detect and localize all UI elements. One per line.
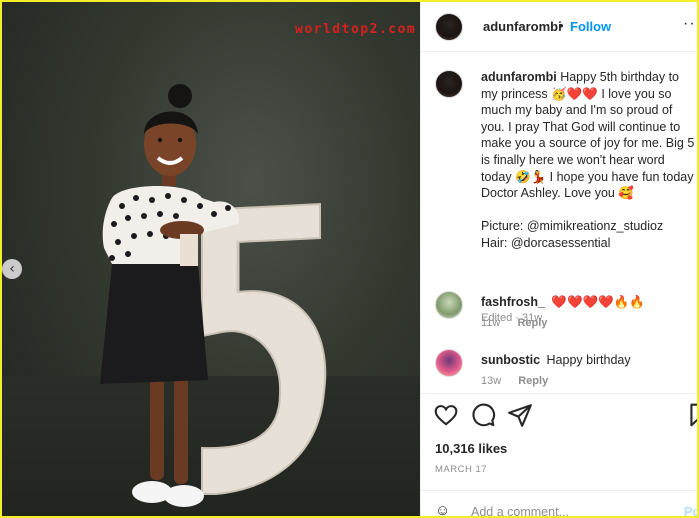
comment-text: sunbostic Happy birthday	[481, 353, 631, 367]
caption-credit-hair: Hair: @dorcasessential	[481, 235, 611, 250]
comment-username[interactable]: fashfrosh_	[481, 295, 545, 309]
comment-meta: 11w Reply	[481, 317, 561, 329]
chevron-left-icon: ‹	[9, 261, 15, 277]
post-side-panel: adunfarombi • Follow ··· adunfarombi Hap…	[420, 2, 699, 516]
divider	[421, 393, 697, 394]
commenter-avatar[interactable]	[435, 349, 463, 377]
share-icon[interactable]	[507, 402, 533, 428]
comment-time: 13w	[481, 375, 502, 387]
commenter-avatar[interactable]	[435, 291, 463, 319]
bookmark-icon[interactable]	[686, 402, 699, 428]
likes-count[interactable]: 10,316 likes	[435, 441, 507, 456]
divider	[421, 490, 697, 491]
comment-item: fashfrosh_ ❤️❤️❤️❤️🔥🔥 11w Reply	[421, 291, 697, 351]
follow-button[interactable]: Follow	[570, 19, 611, 34]
add-comment-input[interactable]	[471, 504, 651, 516]
more-options-icon[interactable]: ···	[683, 15, 697, 33]
number-five-prop	[201, 202, 327, 495]
post-actions-bar	[421, 398, 699, 432]
photo-illustration	[100, 84, 327, 507]
carousel-prev-button[interactable]: ‹	[2, 259, 22, 279]
caption-author-avatar[interactable]	[435, 70, 463, 98]
author-username[interactable]: adunfarombi	[483, 19, 562, 34]
separator-dot: •	[559, 18, 564, 33]
reply-button[interactable]: Reply	[518, 375, 548, 387]
caption-username[interactable]: adunfarombi	[481, 70, 557, 84]
comment-body: ❤️❤️❤️❤️🔥🔥	[551, 295, 645, 309]
comment-time: 11w	[481, 317, 501, 329]
reply-button[interactable]: Reply	[517, 317, 547, 329]
post-photo[interactable]: worldtop2.com ‹	[2, 2, 420, 516]
watermark-text: worldtop2.com	[295, 22, 417, 37]
post-comment-button[interactable]: Post	[684, 505, 697, 516]
comment-username[interactable]: sunbostic	[481, 353, 540, 367]
screenshot-frame: worldtop2.com ‹ adunfarombi • Follow ···…	[0, 0, 699, 518]
comment-icon[interactable]	[470, 402, 496, 428]
comment-body: Happy birthday	[546, 353, 631, 367]
emoji-icon[interactable]: ☺	[435, 502, 450, 516]
heart-icon[interactable]	[433, 402, 459, 428]
caption-credit-picture: Picture: @mimikreationz_studioz	[481, 219, 664, 234]
post-date: MARCH 17	[435, 464, 488, 475]
post-header: adunfarombi • Follow ···	[421, 2, 697, 52]
comment-text: fashfrosh_ ❤️❤️❤️❤️🔥🔥	[481, 295, 645, 310]
author-avatar[interactable]	[435, 13, 463, 41]
caption-text: adunfarombi Happy 5th birthday to my pri…	[481, 69, 695, 252]
caption-body: Happy 5th birthday to my princess 🥳❤️❤️ …	[481, 70, 695, 201]
comment-meta: 13w Reply	[481, 375, 562, 387]
